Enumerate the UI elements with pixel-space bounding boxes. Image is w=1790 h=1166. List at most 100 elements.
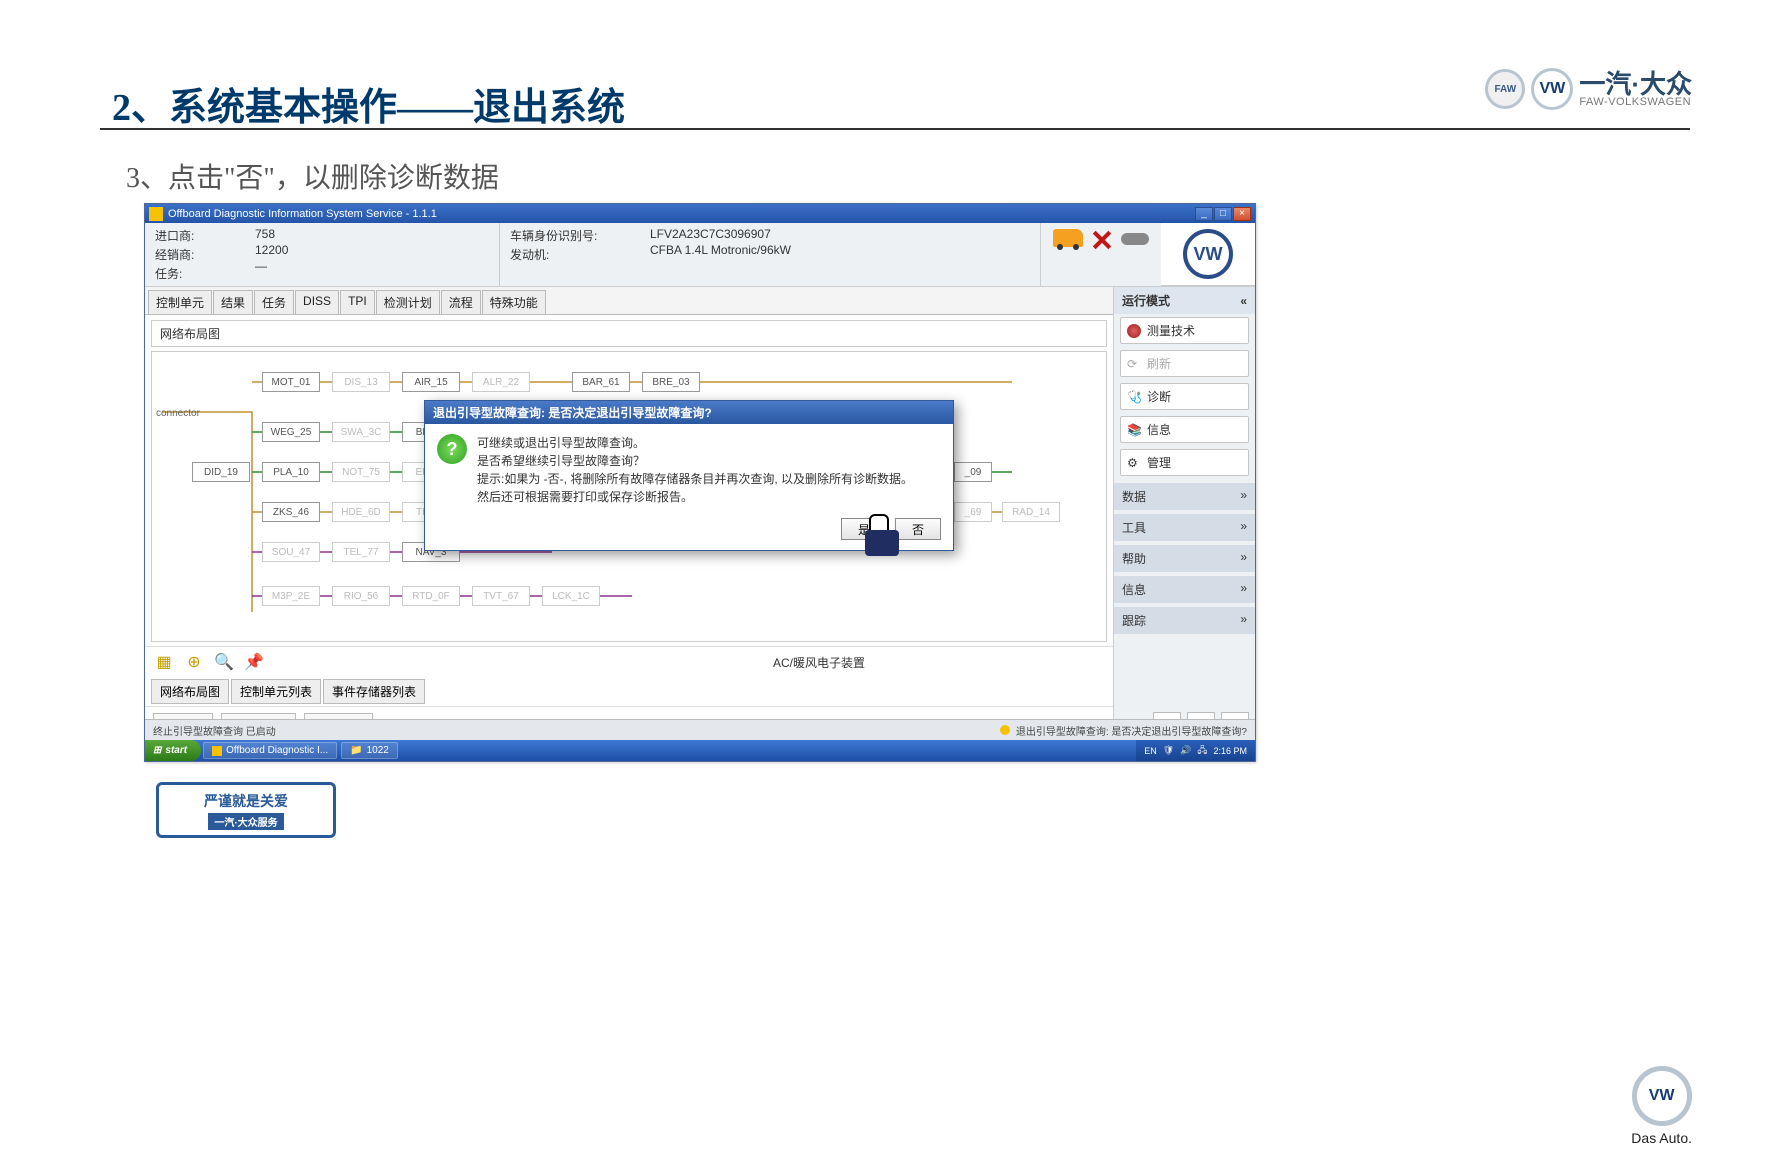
- subtab-network[interactable]: 网络布局图: [151, 679, 229, 704]
- node-rtd0f[interactable]: RTD_0F: [402, 586, 460, 606]
- car-icon: [1053, 229, 1083, 247]
- tab-tpi[interactable]: TPI: [340, 290, 375, 314]
- node-rad14[interactable]: RAD_14: [1002, 502, 1060, 522]
- section-help[interactable]: 帮助»: [1114, 545, 1255, 572]
- tray-shield-icon[interactable]: 🛡: [1163, 745, 1174, 756]
- node-pla10[interactable]: PLA_10: [262, 462, 320, 482]
- diagram-toolbar: ▦ ⊕ 🔍 📌 AC/暖风电子装置: [145, 646, 1113, 677]
- slogan-main: 严谨就是关爱: [204, 791, 288, 811]
- main-left-panel: 控制单元 结果 任务 DISS TPI 检测计划 流程 特殊功能 网络布局图: [145, 287, 1113, 742]
- node-bre03[interactable]: BRE_03: [642, 372, 700, 392]
- mode-info[interactable]: 📚信息: [1120, 416, 1249, 443]
- view-tabs: 网络布局图 控制单元列表 事件存储器列表: [145, 677, 1113, 706]
- node-not75[interactable]: NOT_75: [332, 462, 390, 482]
- fit-icon[interactable]: ▦: [153, 651, 175, 673]
- node-mot01[interactable]: MOT_01: [262, 372, 320, 392]
- node-alr22[interactable]: ALR_22: [472, 372, 530, 392]
- mode-admin[interactable]: ⚙管理: [1120, 449, 1249, 476]
- node-bar61[interactable]: BAR_61: [572, 372, 630, 392]
- maximize-button[interactable]: □: [1214, 207, 1232, 221]
- app-icon: [149, 207, 163, 221]
- tab-special[interactable]: 特殊功能: [482, 290, 546, 314]
- node-dis13[interactable]: DIS_13: [332, 372, 390, 392]
- window-title: Offboard Diagnostic Information System S…: [168, 208, 437, 220]
- mode-diagnose[interactable]: 🩺诊断: [1120, 383, 1249, 410]
- pin-icon[interactable]: 📌: [243, 651, 265, 673]
- vw-logo-large-icon: VW: [1183, 229, 1233, 279]
- tab-task[interactable]: 任务: [254, 290, 294, 314]
- node-69[interactable]: _69: [954, 502, 992, 522]
- app-icon-small: [212, 746, 222, 756]
- key-icon: [1121, 233, 1149, 245]
- tab-control-unit[interactable]: 控制单元: [148, 290, 212, 314]
- dialog-line3: 提示:如果为 -否-, 将删除所有故障存储器条目并再次查询, 以及删除所有诊断数…: [477, 470, 913, 488]
- subtab-events[interactable]: 事件存储器列表: [323, 679, 425, 704]
- node-tel77[interactable]: TEL_77: [332, 542, 390, 562]
- yes-button[interactable]: 是: [841, 518, 887, 540]
- collapse-icon: «: [1240, 294, 1247, 308]
- disconnect-icon: [1089, 229, 1115, 251]
- dialog-line2: 是否希望继续引导型故障查询？: [477, 452, 913, 470]
- das-auto-text: Das Auto.: [1631, 1130, 1692, 1146]
- section-tools[interactable]: 工具»: [1114, 514, 1255, 541]
- node-09[interactable]: _09: [954, 462, 992, 482]
- minimize-button[interactable]: _: [1195, 207, 1213, 221]
- node-m3p2e[interactable]: M3P_2E: [262, 586, 320, 606]
- node-weg25[interactable]: WEG_25: [262, 422, 320, 442]
- section-info[interactable]: 信息»: [1114, 576, 1255, 603]
- main-tabs: 控制单元 结果 任务 DISS TPI 检测计划 流程 特殊功能: [145, 287, 1113, 315]
- app-window: Offboard Diagnostic Information System S…: [144, 203, 1256, 762]
- section-trace[interactable]: 跟踪»: [1114, 607, 1255, 634]
- brand-name-en: FAW-VOLKSWAGEN: [1579, 97, 1692, 108]
- subtab-cu-list[interactable]: 控制单元列表: [231, 679, 321, 704]
- start-button[interactable]: ⊞ start: [145, 740, 201, 761]
- expand-icon: »: [1240, 488, 1247, 505]
- mode-refresh[interactable]: ⟳刷新: [1120, 350, 1249, 377]
- node-rio56[interactable]: RIO_56: [332, 586, 390, 606]
- section-data[interactable]: 数据»: [1114, 483, 1255, 510]
- vw-logo-icon: VW: [1531, 68, 1573, 110]
- node-air15[interactable]: AIR_15: [402, 372, 460, 392]
- node-hde6d[interactable]: HDE_6D: [332, 502, 390, 522]
- dialog-line1: 可继续或退出引导型故障查询。: [477, 434, 913, 452]
- dealer-value: 12200: [255, 243, 288, 257]
- node-swa3c[interactable]: SWA_3C: [332, 422, 390, 442]
- network-diagram[interactable]: connector MOT_01 DIS_13 AIR_15 ALR_22 BA…: [151, 351, 1107, 642]
- node-sou47[interactable]: SOU_47: [262, 542, 320, 562]
- tray-volume-icon[interactable]: 🔊: [1180, 745, 1191, 756]
- header-vw-logo: VW: [1161, 223, 1255, 286]
- taskbar-folder[interactable]: 📁1022: [341, 742, 398, 759]
- node-lck1c[interactable]: LCK_1C: [542, 586, 600, 606]
- right-mode-header[interactable]: 运行模式«: [1114, 287, 1255, 314]
- dialog-line4: 然后还可根据需要打印或保存诊断报告。: [477, 488, 913, 506]
- tray-lang[interactable]: EN: [1144, 746, 1157, 756]
- taskbar-app1[interactable]: Offboard Diagnostic I...: [203, 742, 337, 759]
- node-zks46[interactable]: ZKS_46: [262, 502, 320, 522]
- mode-measurement[interactable]: 测量技术: [1120, 317, 1249, 344]
- vin-value: LFV2A23C7C3096907: [650, 227, 791, 241]
- tab-testplan[interactable]: 检测计划: [376, 290, 440, 314]
- folder-icon: 📁: [350, 745, 362, 756]
- slide-title: 2、系统基本操作——退出系统: [112, 76, 625, 131]
- node-did19[interactable]: DID_19: [192, 462, 250, 482]
- title-underline: [100, 128, 1690, 130]
- right-panel: 运行模式« 测量技术 ⟳刷新 🩺诊断 📚信息 ⚙管理 数据» 工具» 帮助» 信…: [1113, 287, 1255, 742]
- refresh-icon: ⟳: [1127, 357, 1141, 371]
- diagram-footer-label: AC/暖风电子装置: [773, 654, 1105, 671]
- tab-results[interactable]: 结果: [213, 290, 253, 314]
- zoom-in-icon[interactable]: ⊕: [183, 651, 205, 673]
- task-label: 任务:: [155, 265, 255, 282]
- instruction-text: 3、点击"否"，以删除诊断数据: [126, 156, 499, 196]
- close-button[interactable]: ×: [1233, 207, 1251, 221]
- dialog-title: 退出引导型故障查询: 是否决定退出引导型故障查询?: [425, 401, 953, 424]
- tray-network-icon[interactable]: 🖧: [1197, 743, 1207, 759]
- tab-diss[interactable]: DISS: [295, 290, 339, 314]
- no-button[interactable]: 否: [895, 518, 941, 540]
- zoom-out-icon[interactable]: 🔍: [213, 651, 235, 673]
- tab-process[interactable]: 流程: [441, 290, 481, 314]
- status-left-text: 终止引导型故障查询 已启动: [153, 723, 276, 738]
- task-value: —: [255, 259, 288, 273]
- system-tray[interactable]: EN 🛡 🔊 🖧 2:16 PM: [1136, 740, 1255, 761]
- node-tvt67[interactable]: TVT_67: [472, 586, 530, 606]
- diagram-title: 网络布局图: [151, 320, 1107, 347]
